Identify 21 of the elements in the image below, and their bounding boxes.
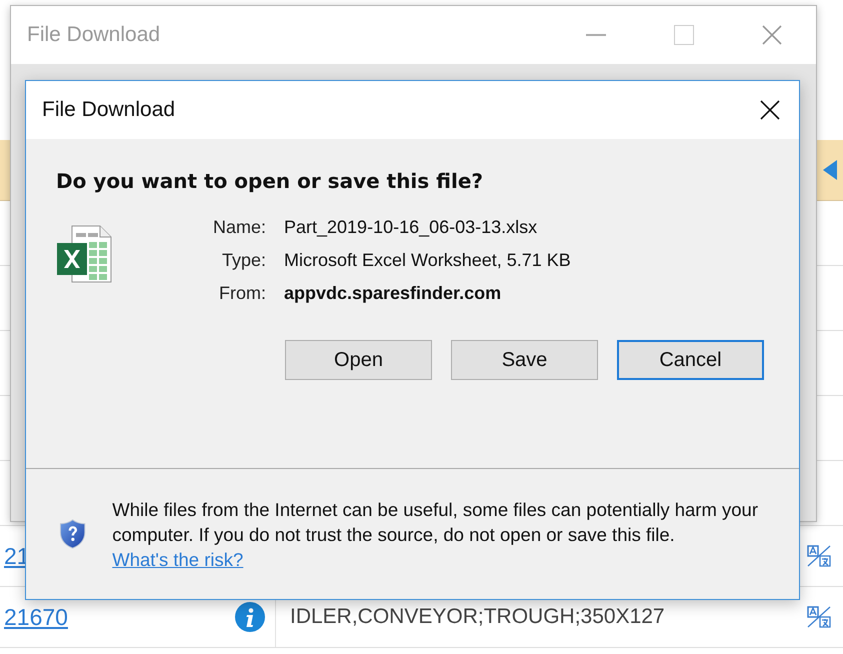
info-icon[interactable]: [235, 602, 265, 632]
part-number-link[interactable]: 21670: [0, 604, 225, 630]
field-label: Name:: [212, 217, 266, 238]
dialog-question: Do you want to open or save this file?: [56, 169, 484, 193]
spreadsheet-file-icon: [56, 225, 112, 283]
field-label: Type:: [220, 250, 266, 271]
sort-arrow-icon[interactable]: [823, 160, 839, 180]
field-value: Part_2019-10-16_06-03-13.xlsx: [284, 217, 538, 238]
translate-icon[interactable]: [806, 544, 832, 568]
dialog-button[interactable]: Open: [285, 340, 432, 380]
dialog-button[interactable]: Save: [451, 340, 598, 380]
close-icon[interactable]: [760, 100, 780, 120]
dialog-title: File Download: [42, 98, 176, 122]
dialog-button[interactable]: Cancel: [617, 340, 764, 380]
field-label: From:: [218, 283, 266, 304]
risk-link[interactable]: What's the risk?: [112, 548, 244, 570]
field-value: appvdc.sparesfinder.com: [284, 283, 502, 304]
field-value: Microsoft Excel Worksheet, 5.71 KB: [284, 250, 571, 271]
window-title: File Download: [27, 23, 162, 47]
security-warning: While files from the Internet can be useful, some files can potentially harm your computer. If you do not trust the source, do not open or save this file. What's the risk?: [112, 498, 759, 572]
translate-icon[interactable]: [806, 605, 832, 629]
